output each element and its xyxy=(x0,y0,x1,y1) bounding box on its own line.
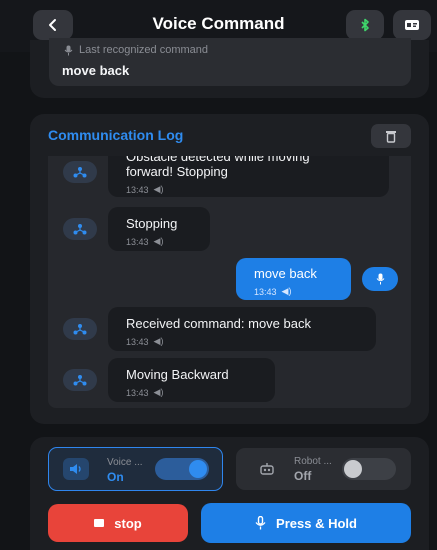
log-messages[interactable]: Obstacle detected while moving forward! … xyxy=(48,156,411,408)
stop-icon xyxy=(94,519,105,527)
voice-toggle-state: On xyxy=(107,470,124,484)
message-meta: 13:43 ◀) xyxy=(126,387,257,398)
device-info-button[interactable] xyxy=(393,10,431,40)
voice-toggle-card[interactable]: Voice ... On xyxy=(48,447,223,491)
robot-avatar-icon xyxy=(63,369,97,391)
bluetooth-button[interactable] xyxy=(346,10,384,40)
speaker-icon: ◀) xyxy=(153,336,164,346)
robot-toggle-state: Off xyxy=(294,469,312,483)
robot-avatar-icon xyxy=(63,318,97,340)
robot-switch[interactable] xyxy=(342,458,396,480)
message-text: Moving Backward xyxy=(126,367,229,382)
robot-toggle-card[interactable]: Robot ... Off xyxy=(236,448,411,490)
message-time: 13:43 xyxy=(126,387,149,398)
message-text: Stopping xyxy=(126,216,178,231)
message-meta: 13:43 ◀) xyxy=(126,236,192,247)
switch-knob xyxy=(344,460,362,478)
log-message: Received command: move back 13:43 ◀) xyxy=(108,307,376,351)
speaker-icon: ◀) xyxy=(153,236,164,246)
stop-button[interactable]: stop xyxy=(48,504,188,542)
speaker-icon: ◀) xyxy=(281,286,292,296)
clear-log-button[interactable] xyxy=(371,124,411,148)
switch-knob xyxy=(189,460,207,478)
message-meta: 13:43 ◀) xyxy=(254,286,333,297)
robot-icon xyxy=(254,458,280,480)
log-title: Communication Log xyxy=(48,127,184,143)
robot-avatar-icon xyxy=(63,161,97,183)
microphone-icon xyxy=(255,516,266,530)
message-time: 13:43 xyxy=(254,286,277,297)
log-message: Moving Backward 13:43 ◀) xyxy=(108,358,275,402)
speaker-icon xyxy=(63,458,89,480)
recognition-label-row: Last recognized command xyxy=(64,44,208,56)
press-and-hold-button[interactable]: Press & Hold xyxy=(201,503,411,543)
card-icon xyxy=(405,20,419,30)
trash-icon xyxy=(386,130,396,143)
message-text: Received command: move back xyxy=(126,316,311,331)
robot-toggle-label: Robot ... xyxy=(294,456,332,467)
voice-toggle-label: Voice ... xyxy=(107,457,143,468)
speaker-icon: ◀) xyxy=(153,387,164,397)
press-and-hold-label: Press & Hold xyxy=(276,515,357,531)
voice-switch[interactable] xyxy=(155,458,209,480)
log-message: Obstacle detected while moving forward! … xyxy=(108,156,389,197)
log-message: Stopping 13:43 ◀) xyxy=(108,207,210,251)
message-meta: 13:43 ◀) xyxy=(126,184,371,195)
recognized-command: move back xyxy=(62,63,130,78)
message-text: move back xyxy=(254,266,317,281)
message-text: forward! Stopping xyxy=(126,164,228,179)
user-mic-icon xyxy=(362,267,398,291)
recognition-label: Last recognized command xyxy=(79,44,209,56)
speaker-icon: ◀) xyxy=(153,184,164,194)
microphone-icon xyxy=(64,45,73,55)
bluetooth-icon xyxy=(361,18,369,32)
message-time: 13:43 xyxy=(126,184,149,195)
message-time: 13:43 xyxy=(126,236,149,247)
message-time: 13:43 xyxy=(126,336,149,347)
robot-avatar-icon xyxy=(63,218,97,240)
stop-label: stop xyxy=(114,515,142,531)
message-text: Obstacle detected while moving xyxy=(126,156,310,164)
message-meta: 13:43 ◀) xyxy=(126,336,358,347)
user-message: move back 13:43 ◀) xyxy=(236,258,351,300)
